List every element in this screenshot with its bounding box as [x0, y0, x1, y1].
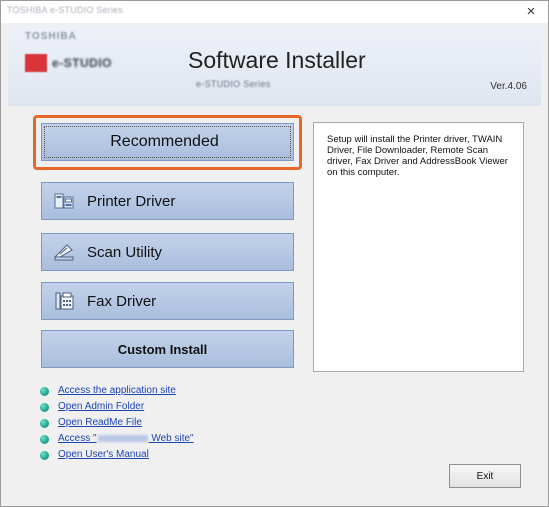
bullet-icon	[40, 435, 49, 444]
description-text: Setup will install the Printer driver, T…	[327, 134, 508, 178]
title-bar: TOSHIBA e-STUDIO Series ×	[1, 1, 548, 23]
bullet-icon	[40, 451, 49, 460]
recommended-button-label: Recommended	[110, 133, 219, 150]
version-label: Ver.4.06	[490, 81, 527, 92]
close-icon[interactable]: ×	[522, 2, 540, 22]
window-title: TOSHIBA e-STUDIO Series	[7, 5, 123, 15]
web-site-link-suffix: Web site"	[148, 433, 194, 444]
web-site-link[interactable]: Access " Web site"	[58, 433, 194, 444]
scan-utility-button[interactable]: Scan Utility	[41, 233, 294, 271]
users-manual-link[interactable]: Open User's Manual	[58, 449, 149, 460]
recommended-button[interactable]: Recommended	[41, 123, 294, 161]
readme-link[interactable]: Open ReadMe File	[58, 417, 142, 428]
fax-driver-label: Fax Driver	[87, 292, 157, 310]
fax-driver-icon	[55, 292, 74, 310]
product-logo: e-STUDIO	[25, 54, 127, 72]
brand-logo: TOSHIBA	[25, 31, 77, 42]
custom-install-button[interactable]: Custom Install	[41, 330, 294, 368]
custom-install-label: Custom Install	[117, 341, 208, 357]
product-logo-mark	[25, 54, 47, 72]
bullet-icon	[40, 387, 49, 396]
printer-driver-label: Printer Driver	[87, 192, 176, 210]
scan-utility-icon	[53, 244, 74, 261]
exit-button[interactable]: Exit	[449, 464, 521, 488]
exit-button-label: Exit	[476, 470, 494, 482]
installer-window: TOSHIBA e-STUDIO Series × TOSHIBA e-STUD…	[0, 0, 549, 507]
header-banner: TOSHIBA e-STUDIO Software Installer e-ST…	[8, 26, 541, 106]
app-subtitle: e-STUDIO Series	[196, 79, 271, 89]
bullet-icon	[40, 403, 49, 412]
bullet-icon	[40, 419, 49, 428]
web-site-link-prefix: Access "	[58, 433, 97, 444]
redacted-text	[97, 434, 148, 442]
scan-utility-label: Scan Utility	[87, 243, 163, 261]
fax-driver-button[interactable]: Fax Driver	[41, 282, 294, 320]
printer-driver-button[interactable]: Printer Driver	[41, 182, 294, 220]
product-logo-text: e-STUDIO	[52, 56, 113, 70]
admin-folder-link[interactable]: Open Admin Folder	[58, 401, 144, 412]
app-title: Software Installer	[188, 47, 366, 73]
printer-driver-icon	[54, 193, 74, 209]
application-site-link[interactable]: Access the application site	[58, 385, 176, 396]
description-panel: Setup will install the Printer driver, T…	[313, 122, 524, 372]
